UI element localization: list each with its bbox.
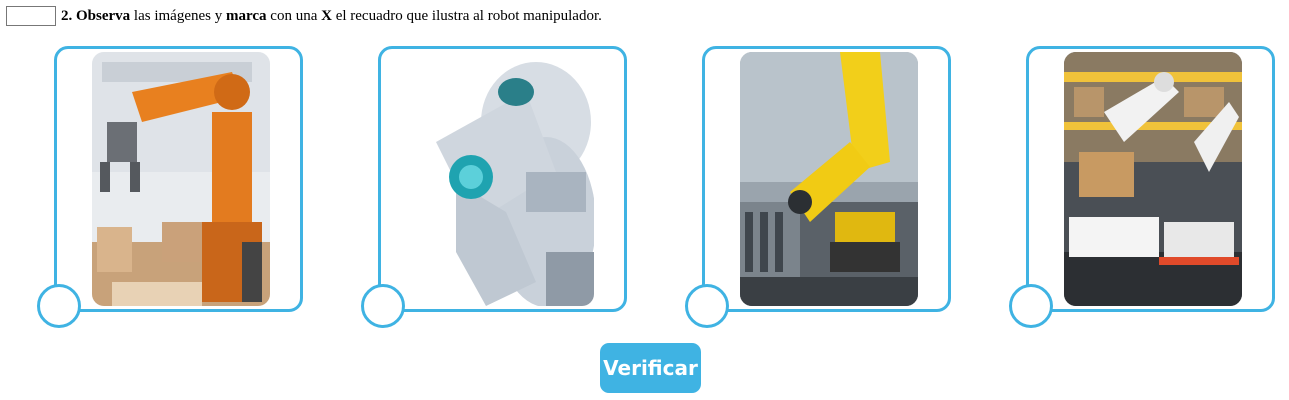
question-number: 2. <box>61 7 73 24</box>
answer-box[interactable] <box>6 6 56 26</box>
option-radio-3[interactable] <box>685 284 729 328</box>
option-card-4[interactable] <box>1026 46 1275 312</box>
option-radio-2[interactable] <box>361 284 405 328</box>
keyword-marca: marca <box>225 7 267 24</box>
yellow-industrial-robot-arm-image <box>740 52 918 306</box>
option-radio-1[interactable] <box>37 284 81 328</box>
mark-symbol: X <box>321 7 332 24</box>
instruction-text-3: el recuadro que ilustra al robot manipul… <box>335 7 602 24</box>
instruction-text-2: con una <box>270 7 318 24</box>
keyword-observa: Observa <box>76 7 131 24</box>
question-header: 2. Observa las imágenes y marca con una … <box>6 6 602 26</box>
instruction-text-1: las imágenes y <box>133 7 223 24</box>
white-warehouse-robot-arms-image <box>1064 52 1242 306</box>
option-card-3[interactable] <box>702 46 951 312</box>
option-radio-4[interactable] <box>1009 284 1053 328</box>
orange-industrial-robot-arm-image <box>92 52 270 306</box>
option-card-2[interactable] <box>378 46 627 312</box>
option-card-1[interactable] <box>54 46 303 312</box>
verify-button[interactable]: Verificar <box>600 343 701 393</box>
humanoid-robot-thinking-image <box>416 52 594 306</box>
